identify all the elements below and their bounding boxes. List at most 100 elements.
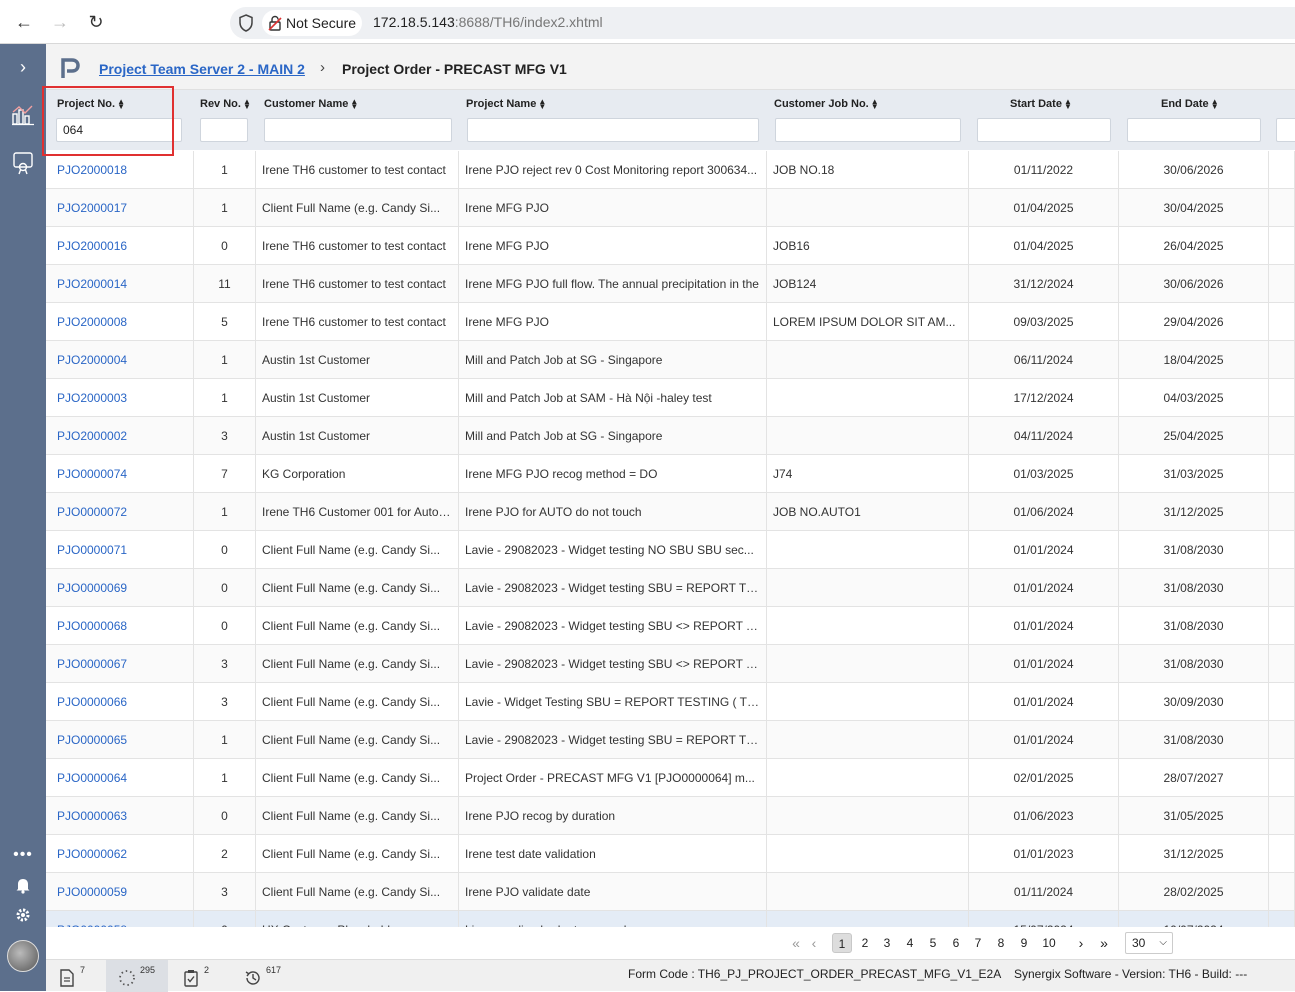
table-row[interactable]: PJO0000072 1 Irene TH6 Customer 001 for Au…	[46, 493, 1295, 531]
table-row[interactable]: PJO2000016 0 Irene TH6 customer to test co…	[46, 227, 1295, 265]
sort-icon[interactable]: ▲ ▼	[243, 98, 251, 111]
table-row[interactable]: PJO0000068 0 Client Full Name (e.g. Candy …	[46, 607, 1295, 645]
filter-end-date[interactable]	[1127, 118, 1261, 142]
cell-project-no[interactable]: PJO0000069	[46, 569, 194, 607]
cell-project-no[interactable]: PJO2000017	[46, 189, 194, 227]
table-row[interactable]: PJO0000074 7 KG Corporation Irene MFG PJO r…	[46, 455, 1295, 493]
table-row[interactable]: PJO0000065 1 Client Full Name (e.g. Candy …	[46, 721, 1295, 759]
table-row[interactable]: PJO0000062 2 Client Full Name (e.g. Candy …	[46, 835, 1295, 873]
cell-project-no[interactable]: PJO0000062	[46, 835, 194, 873]
last-page-icon[interactable]: »	[1094, 933, 1114, 953]
filter-rev-no[interactable]	[200, 118, 248, 142]
page-link-10[interactable]: 10	[1036, 933, 1062, 953]
cell-project-no[interactable]: PJO0000058	[46, 911, 194, 927]
url-text[interactable]: 172.18.5.143:8688/TH6/index2.xhtml	[373, 14, 603, 30]
more-icon[interactable]: •••	[8, 840, 38, 870]
table-row[interactable]: PJO2000003 1 Austin 1st Customer Mill and P…	[46, 379, 1295, 417]
tasks-tab[interactable]: 2	[170, 960, 232, 992]
cell-project-no[interactable]: PJO0000068	[46, 607, 194, 645]
page-link-6[interactable]: 6	[946, 933, 966, 953]
cell-project-no[interactable]: PJO2000003	[46, 379, 194, 417]
cell-project-no[interactable]: PJO0000064	[46, 759, 194, 797]
prev-page-icon[interactable]: ‹	[804, 933, 824, 953]
bell-icon[interactable]	[8, 870, 38, 900]
sort-icon[interactable]: ▲ ▼	[1064, 98, 1072, 111]
pending-tab[interactable]: 295	[106, 960, 168, 992]
cell-project-no[interactable]: PJO0000059	[46, 873, 194, 911]
table-row[interactable]: PJO00000580HX Customer PlaceholderLiam p…	[46, 911, 1295, 927]
avatar[interactable]	[7, 940, 39, 972]
table-row[interactable]: PJO2000014 11 Irene TH6 customer to test c…	[46, 265, 1295, 303]
cell-project-no[interactable]: PJO2000002	[46, 417, 194, 455]
page-link-1[interactable]: 1	[832, 933, 852, 953]
table-row[interactable]: PJO0000069 0 Client Full Name (e.g. Candy …	[46, 569, 1295, 607]
table-row[interactable]: PJO2000018 1 Irene TH6 customer to test co…	[46, 151, 1295, 189]
cell-project-no[interactable]: PJO2000016	[46, 227, 194, 265]
reload-icon[interactable]: ↻	[82, 8, 110, 36]
table-row[interactable]: PJO0000066 3 Client Full Name (e.g. Candy …	[46, 683, 1295, 721]
filter-customer-name[interactable]	[264, 118, 452, 142]
breadcrumb-parent-link[interactable]: Project Team Server 2 - MAIN 2	[99, 61, 305, 77]
table-row[interactable]: PJO2000008 5 Irene TH6 customer to test co…	[46, 303, 1295, 341]
page-size-select[interactable]: 30 ⌵	[1125, 932, 1173, 954]
first-page-icon[interactable]: «	[786, 933, 806, 953]
forward-arrow-icon[interactable]: →	[46, 8, 74, 36]
not-secure-badge[interactable]: Not Secure	[262, 10, 363, 36]
page-link-7[interactable]: 7	[968, 933, 988, 953]
app-logo-icon[interactable]	[58, 56, 82, 80]
sort-icon[interactable]: ▲ ▼	[871, 98, 879, 111]
filter-start-date[interactable]	[977, 118, 1111, 142]
table-row[interactable]: PJO0000064 1 Client Full Name (e.g. Candy …	[46, 759, 1295, 797]
page-link-9[interactable]: 9	[1014, 933, 1034, 953]
cell-project-no[interactable]: PJO0000066	[46, 683, 194, 721]
cell-project-no[interactable]: PJO0000067	[46, 645, 194, 683]
cell-project-no[interactable]: PJO2000008	[46, 303, 194, 341]
table-row[interactable]: PJO0000067 3 Client Full Name (e.g. Candy …	[46, 645, 1295, 683]
cell-project-no[interactable]: PJO0000065	[46, 721, 194, 759]
cell-rev-no: 0	[194, 911, 256, 927]
page-link-8[interactable]: 8	[991, 933, 1011, 953]
back-arrow-icon[interactable]: ←	[10, 8, 38, 36]
filter-customer-job-no[interactable]	[775, 118, 961, 142]
sort-icon[interactable]: ▲ ▼	[1211, 98, 1219, 111]
shield-icon[interactable]	[238, 14, 254, 32]
table-row[interactable]: PJO0000059 3 Client Full Name (e.g. Candy …	[46, 873, 1295, 911]
column-label[interactable]: Rev No. ▲ ▼	[200, 98, 251, 111]
cell-project-no[interactable]: PJO0000074	[46, 455, 194, 493]
column-label[interactable]: End Date ▲ ▼	[1161, 98, 1219, 111]
table-row[interactable]: PJO0000063 0 Client Full Name (e.g. Candy …	[46, 797, 1295, 835]
table-row[interactable]: PJO2000017 1 Client Full Name (e.g. Candy …	[46, 189, 1295, 227]
page-link-5[interactable]: 5	[923, 933, 943, 953]
cell-project-no[interactable]: PJO2000014	[46, 265, 194, 303]
cell-project-no[interactable]: PJO0000072	[46, 493, 194, 531]
breadcrumb-separator-icon: ›	[320, 59, 325, 76]
column-label[interactable]: Customer Name ▲ ▼	[264, 98, 358, 111]
next-page-icon[interactable]: ›	[1071, 933, 1091, 953]
filter-extra[interactable]	[1276, 118, 1295, 142]
cell-project-no[interactable]: PJO0000071	[46, 531, 194, 569]
history-tab[interactable]: 617	[232, 960, 294, 992]
sort-icon[interactable]: ▲ ▼	[538, 98, 546, 111]
column-label[interactable]: Customer Job No. ▲ ▼	[774, 98, 879, 111]
table-row[interactable]: PJO0000071 0 Client Full Name (e.g. Candy …	[46, 531, 1295, 569]
table-row[interactable]: PJO2000002 3 Austin 1st Customer Mill and P…	[46, 417, 1295, 455]
column-label[interactable]: Start Date ▲ ▼	[1010, 98, 1072, 111]
page-link-3[interactable]: 3	[877, 933, 897, 953]
certificate-icon[interactable]	[8, 148, 38, 178]
cell-project-name: Irene MFG PJO	[459, 303, 767, 341]
table-row[interactable]: PJO2000004 1 Austin 1st Customer Mill and P…	[46, 341, 1295, 379]
cell-rev-no: 3	[194, 417, 256, 455]
gear-icon[interactable]	[8, 900, 38, 930]
expand-chevron-icon[interactable]: ›	[8, 52, 38, 82]
column-label[interactable]: Project Name ▲ ▼	[466, 98, 546, 111]
not-secure-label: Not Secure	[286, 15, 357, 31]
cell-project-no[interactable]: PJO0000063	[46, 797, 194, 835]
chart-icon[interactable]	[8, 100, 38, 130]
cell-project-no[interactable]: PJO2000004	[46, 341, 194, 379]
documents-tab[interactable]: 7	[46, 960, 108, 992]
page-link-4[interactable]: 4	[900, 933, 920, 953]
sort-icon[interactable]: ▲ ▼	[350, 98, 358, 111]
filter-project-name[interactable]	[467, 118, 759, 142]
cell-project-no[interactable]: PJO2000018	[46, 151, 194, 189]
page-link-2[interactable]: 2	[855, 933, 875, 953]
